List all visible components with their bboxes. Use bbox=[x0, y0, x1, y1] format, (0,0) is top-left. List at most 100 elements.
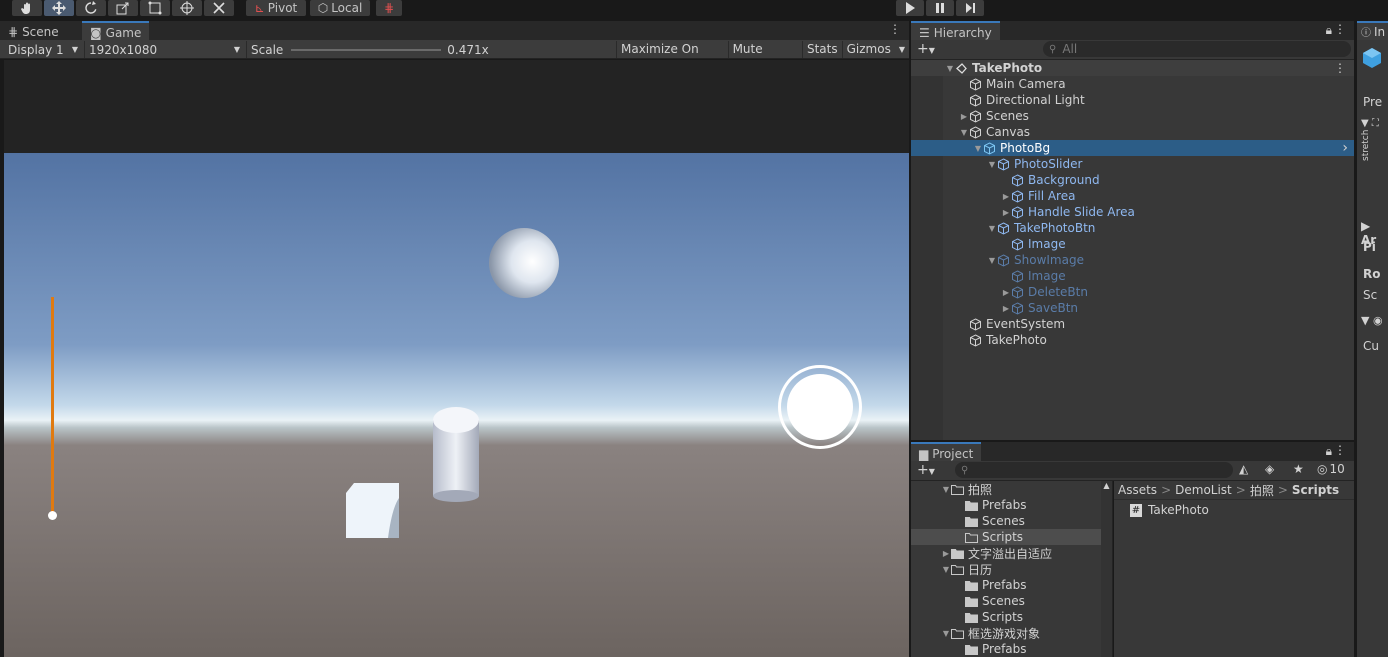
lock-icon[interactable]: 🔒︎ bbox=[1326, 444, 1332, 459]
hierarchy-item[interactable]: Image bbox=[911, 268, 1354, 284]
expand-down-icon[interactable]: ▼ bbox=[987, 256, 997, 265]
hierarchy-item[interactable]: Image bbox=[911, 236, 1354, 252]
folder-tree-item[interactable]: Prefabs bbox=[911, 641, 1101, 657]
display-dropdown[interactable]: Display 1 ▼ bbox=[4, 41, 82, 58]
photo-slider-handle[interactable] bbox=[48, 511, 57, 520]
scale-track[interactable] bbox=[291, 48, 442, 51]
tab-scene[interactable]: ⋕ Scene bbox=[0, 23, 67, 40]
move-tool-icon[interactable] bbox=[44, 0, 74, 16]
expand-down-icon[interactable]: ▼ bbox=[945, 64, 955, 73]
folder-tree-item[interactable]: Scripts bbox=[911, 529, 1101, 545]
play-button[interactable] bbox=[896, 0, 924, 16]
breadcrumb-photo[interactable]: 拍照 bbox=[1250, 482, 1274, 499]
folder-tree-item[interactable]: Scenes bbox=[911, 513, 1101, 529]
tab-inspector[interactable]: ⓘ In bbox=[1357, 21, 1388, 40]
expand-right-icon[interactable]: ▶ bbox=[1001, 304, 1011, 313]
local-toggle[interactable]: ⬡ Local bbox=[310, 0, 370, 16]
hierarchy-item[interactable]: Directional Light bbox=[911, 92, 1354, 108]
folder-tree-item[interactable]: ▼ 拍照 bbox=[911, 481, 1101, 497]
expand-right-icon[interactable]: ▶ bbox=[1001, 288, 1011, 297]
rotate-tool-icon[interactable] bbox=[76, 0, 106, 16]
hierarchy-item[interactable]: ▼ PhotoBg › bbox=[911, 140, 1354, 156]
gizmos-button[interactable]: Gizmos bbox=[843, 41, 895, 58]
expand-down-icon[interactable]: ▼ bbox=[987, 160, 997, 169]
hierarchy-menu-icon[interactable]: ⋮ bbox=[1334, 22, 1346, 36]
tree-scrollbar[interactable]: ▲ bbox=[1101, 481, 1113, 657]
game-panel-menu-icon[interactable]: ⋮ bbox=[889, 22, 901, 36]
step-button[interactable] bbox=[956, 0, 984, 16]
expand-down-icon[interactable]: ▼ bbox=[973, 144, 983, 153]
chevron-right-icon[interactable]: › bbox=[1342, 140, 1348, 156]
hierarchy-item[interactable]: Background bbox=[911, 172, 1354, 188]
file-item[interactable]: # TakePhoto bbox=[1130, 502, 1209, 518]
add-plus-icon[interactable]: +▼ bbox=[917, 462, 935, 478]
breadcrumb-demolist[interactable]: DemoList bbox=[1175, 483, 1232, 497]
scene-menu-icon[interactable]: ⋮ bbox=[1334, 61, 1346, 75]
tab-game[interactable]: ◙ Game bbox=[82, 21, 150, 42]
game-viewport[interactable] bbox=[4, 153, 909, 657]
hierarchy-search-input[interactable]: ⚲ All bbox=[1043, 41, 1351, 57]
chevron-down-icon[interactable]: ▼ bbox=[895, 41, 909, 58]
folder-tree-item[interactable]: ▼ 日历 bbox=[911, 561, 1101, 577]
expand-right-icon[interactable]: ▶ bbox=[1001, 192, 1011, 201]
expand-down-icon[interactable]: ▼ bbox=[941, 629, 951, 638]
expand-down-icon[interactable]: ▼ bbox=[941, 485, 951, 494]
hierarchy-item[interactable]: ▶ Handle Slide Area bbox=[911, 204, 1354, 220]
hierarchy-item[interactable]: ▼ Canvas bbox=[911, 124, 1354, 140]
prefab-cube-icon bbox=[1011, 301, 1028, 315]
folder-tree-item[interactable]: ▼ 框选游戏对象 bbox=[911, 625, 1101, 641]
pivot-toggle[interactable]: ⊾ Pivot bbox=[246, 0, 306, 16]
expand-down-icon[interactable]: ▼ bbox=[959, 128, 969, 137]
custom-tool-icon[interactable] bbox=[204, 0, 234, 16]
folder-tree-item[interactable]: Scripts bbox=[911, 609, 1101, 625]
breadcrumb-assets[interactable]: Assets bbox=[1118, 483, 1157, 497]
expand-down-icon[interactable]: ▼ bbox=[941, 565, 951, 574]
tab-project[interactable]: ▆ Project bbox=[911, 442, 982, 463]
stats-button[interactable]: Stats bbox=[803, 41, 843, 58]
rect-tool-icon[interactable] bbox=[140, 0, 170, 16]
folder-tree-item[interactable]: Prefabs bbox=[911, 577, 1101, 593]
add-plus-icon[interactable]: +▼ bbox=[917, 41, 935, 57]
photo-slider-fill[interactable] bbox=[51, 297, 54, 515]
hierarchy-item[interactable]: ▶ Fill Area bbox=[911, 188, 1354, 204]
folder-tree-item[interactable]: Prefabs bbox=[911, 497, 1101, 513]
hierarchy-item[interactable]: Main Camera bbox=[911, 76, 1354, 92]
expand-down-icon[interactable]: ▼ bbox=[987, 224, 997, 233]
hierarchy-item[interactable]: ▼ PhotoSlider bbox=[911, 156, 1354, 172]
resolution-dropdown[interactable]: 1920x1080 ▼ bbox=[84, 41, 244, 58]
scale-tool-icon[interactable] bbox=[108, 0, 138, 16]
hierarchy-item[interactable]: ▼ TakePhoto ⋮ bbox=[911, 60, 1354, 76]
folder-tree-item[interactable]: Scenes bbox=[911, 593, 1101, 609]
hierarchy-item[interactable]: ▶ SaveBtn bbox=[911, 300, 1354, 316]
breadcrumb-scripts[interactable]: Scripts bbox=[1292, 483, 1339, 497]
project-menu-icon[interactable]: ⋮ bbox=[1334, 443, 1346, 457]
snap-grid-icon[interactable]: ⋕ bbox=[376, 0, 402, 16]
project-search-input[interactable]: ⚲ bbox=[955, 462, 1233, 478]
hand-tool-icon[interactable] bbox=[12, 0, 42, 16]
hierarchy-item[interactable]: ▼ ShowImage bbox=[911, 252, 1354, 268]
pause-button[interactable] bbox=[926, 0, 954, 16]
take-photo-button[interactable] bbox=[778, 365, 862, 449]
visibility-eye-icon[interactable]: ▼ ◉ bbox=[1361, 314, 1383, 327]
scale-slider[interactable]: Scale 0.471x bbox=[246, 41, 616, 58]
hidden-packages-button[interactable]: ◎ 10 bbox=[1317, 462, 1345, 476]
expand-right-icon[interactable]: ▶ bbox=[959, 112, 969, 121]
lock-icon[interactable]: 🔒︎ bbox=[1326, 23, 1332, 38]
filter-type-icon[interactable]: ◭ bbox=[1239, 462, 1248, 476]
hierarchy-item[interactable]: ▶ DeleteBtn bbox=[911, 284, 1354, 300]
hierarchy-item[interactable]: ▼ TakePhotoBtn bbox=[911, 220, 1354, 236]
transform-tool-icon[interactable] bbox=[172, 0, 202, 16]
label-tag-icon[interactable]: ◈ bbox=[1265, 462, 1274, 476]
favorite-star-icon[interactable]: ★ bbox=[1293, 462, 1304, 476]
folder-tree-item[interactable]: ▶ 文字溢出自适应 bbox=[911, 545, 1101, 561]
expand-right-icon[interactable]: ▶ bbox=[941, 549, 951, 558]
hierarchy-item[interactable]: ▶ Scenes bbox=[911, 108, 1354, 124]
mute-audio-button[interactable]: Mute Audio bbox=[729, 41, 803, 73]
scroll-up-icon[interactable]: ▲ bbox=[1101, 481, 1112, 490]
hierarchy-item[interactable]: TakePhoto bbox=[911, 332, 1354, 348]
maximize-on-play-button[interactable]: Maximize On Play bbox=[617, 41, 729, 73]
hierarchy-item[interactable]: EventSystem bbox=[911, 316, 1354, 332]
rect-transform-expand-icon[interactable]: ▼ ⛶ bbox=[1361, 118, 1379, 129]
tab-hierarchy[interactable]: ☰ Hierarchy bbox=[911, 21, 1000, 42]
expand-right-icon[interactable]: ▶ bbox=[1001, 208, 1011, 217]
